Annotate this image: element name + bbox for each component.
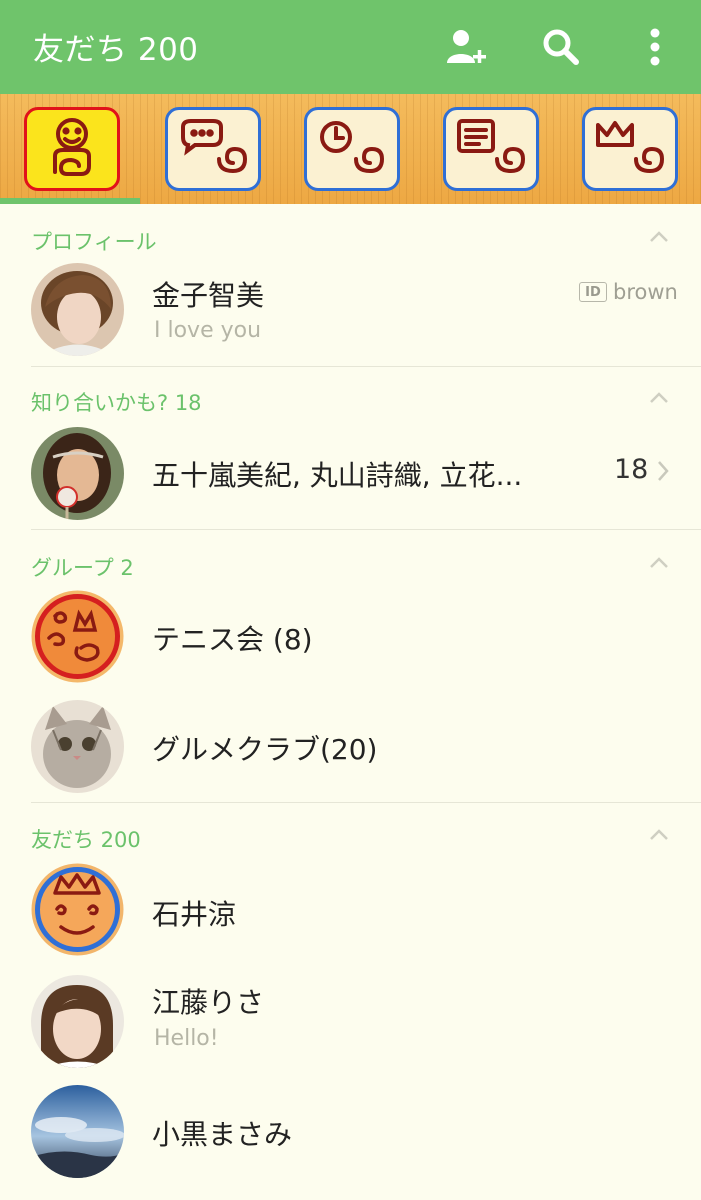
suggestions-count: 18	[614, 454, 649, 485]
friend-row[interactable]: 小黒まさみ	[0, 1077, 701, 1187]
group-row[interactable]: グルメクラブ(20)	[0, 694, 701, 804]
divider	[31, 802, 701, 803]
section-label: 友だち 200	[31, 828, 141, 852]
chevron-up-icon	[650, 557, 668, 568]
section-header-suggestions[interactable]: 知り合いかも? 18	[0, 375, 701, 419]
section-header-groups[interactable]: グループ 2	[0, 540, 701, 584]
friend-row[interactable]: 石井涼	[0, 857, 701, 967]
group-name: テニス会 (8)	[152, 623, 313, 656]
friend-name: 石井涼	[152, 898, 237, 931]
friend-name: 江藤りさ	[152, 986, 265, 1019]
divider	[31, 366, 701, 367]
friends-icon	[53, 118, 91, 176]
section-header-profile[interactable]: プロフィール	[0, 214, 701, 258]
app-header: 友だち 200	[0, 0, 701, 94]
avatar	[31, 863, 124, 956]
group-name: グルメクラブ(20)	[152, 733, 378, 766]
profile-name: 金子智美	[152, 279, 265, 312]
active-tab-indicator	[0, 198, 140, 204]
avatar	[31, 1085, 124, 1178]
tab-timeline[interactable]	[304, 107, 400, 191]
chevron-up-icon	[650, 392, 668, 403]
id-value: brown	[613, 280, 678, 304]
tab-bar	[0, 94, 701, 204]
divider	[31, 529, 701, 530]
more-vertical-icon	[650, 28, 660, 66]
avatar	[31, 590, 124, 683]
tab-friends[interactable]	[24, 107, 120, 191]
search-icon	[543, 29, 579, 65]
group-row[interactable]: テニス会 (8)	[0, 584, 701, 694]
crown-icon	[596, 121, 664, 173]
id-label: ID	[579, 282, 607, 302]
avatar	[31, 263, 124, 356]
profile-status-message: I love you	[154, 318, 262, 343]
suggested-friend-names: 五十嵐美紀, 丸山詩織, 立花...	[152, 459, 523, 492]
tab-news[interactable]	[443, 107, 539, 191]
profile-id-badge: ID brown	[579, 280, 678, 304]
section-header-friends[interactable]: 友だち 200	[0, 812, 701, 856]
suggestions-row[interactable]: 五十嵐美紀, 丸山詩織, 立花... 18	[0, 420, 701, 530]
friend-status-message: Hello!	[154, 1026, 219, 1051]
clock-icon	[320, 121, 385, 174]
section-label: グループ 2	[31, 556, 134, 580]
section-label: プロフィール	[31, 230, 157, 254]
chevron-up-icon	[650, 829, 668, 840]
news-icon	[457, 119, 526, 174]
section-label: 知り合いかも? 18	[31, 391, 202, 415]
more-menu-button[interactable]	[630, 22, 680, 72]
add-friend-button[interactable]	[441, 22, 491, 72]
chat-bubble-icon	[181, 119, 248, 174]
chevron-right-icon	[658, 461, 669, 481]
header-title: 友だち 200	[33, 32, 199, 68]
avatar	[31, 975, 124, 1068]
add-friend-icon	[447, 30, 486, 63]
avatar	[31, 700, 124, 793]
avatar	[31, 427, 124, 520]
tab-more[interactable]	[582, 107, 678, 191]
profile-row[interactable]: 金子智美 I love you	[0, 258, 701, 368]
friend-name: 小黒まさみ	[152, 1118, 293, 1151]
friend-row[interactable]: 江藤りさ Hello!	[0, 967, 701, 1077]
tab-chats[interactable]	[165, 107, 261, 191]
chevron-up-icon	[650, 231, 668, 242]
search-button[interactable]	[536, 22, 586, 72]
